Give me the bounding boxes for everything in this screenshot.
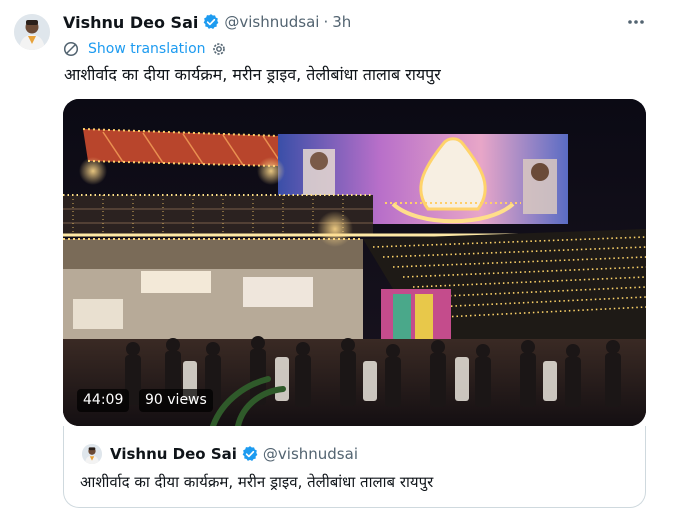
tweet-timestamp[interactable]: 3h (332, 13, 351, 31)
more-options-icon[interactable] (624, 12, 648, 32)
author-handle[interactable]: @vishnudsai (224, 13, 319, 31)
separator-dot: · (323, 13, 329, 31)
video-duration-badge: 44:09 (77, 389, 130, 412)
author-avatar[interactable] (14, 14, 50, 50)
show-translation-link[interactable]: Show translation (88, 41, 206, 57)
quoted-author-handle: @vishnudsai (262, 445, 358, 463)
quoted-author-name: Vishnu Deo Sai (110, 445, 237, 463)
verified-badge-icon[interactable] (202, 13, 220, 31)
video-views-badge: 90 views (139, 389, 213, 412)
quoted-tweet-text: आशीर्वाद का दीया कार्यक्रम, मरीन ड्राइव,… (80, 473, 434, 491)
author-name[interactable]: Vishnu Deo Sai (63, 13, 198, 32)
tweet-header: Vishnu Deo Sai @vishnudsai · 3h (63, 10, 351, 34)
quoted-tweet-header: Vishnu Deo Sai @vishnudsai (110, 443, 358, 465)
tweet-text: आशीर्वाद का दीया कार्यक्रम, मरीन ड्राइव,… (64, 65, 441, 84)
quoted-author-avatar[interactable] (82, 444, 102, 464)
video-player[interactable]: 44:09 90 views (63, 99, 646, 426)
translation-row: Show translation (63, 39, 227, 59)
translate-globe-icon (63, 41, 79, 57)
gear-icon[interactable] (211, 41, 227, 57)
video-thumbnail (63, 99, 646, 426)
quoted-tweet[interactable]: Vishnu Deo Sai @vishnudsai आशीर्वाद का द… (63, 426, 646, 508)
verified-badge-icon (241, 445, 259, 463)
tweet[interactable]: Vishnu Deo Sai @vishnudsai · 3h Show tra… (0, 0, 681, 523)
